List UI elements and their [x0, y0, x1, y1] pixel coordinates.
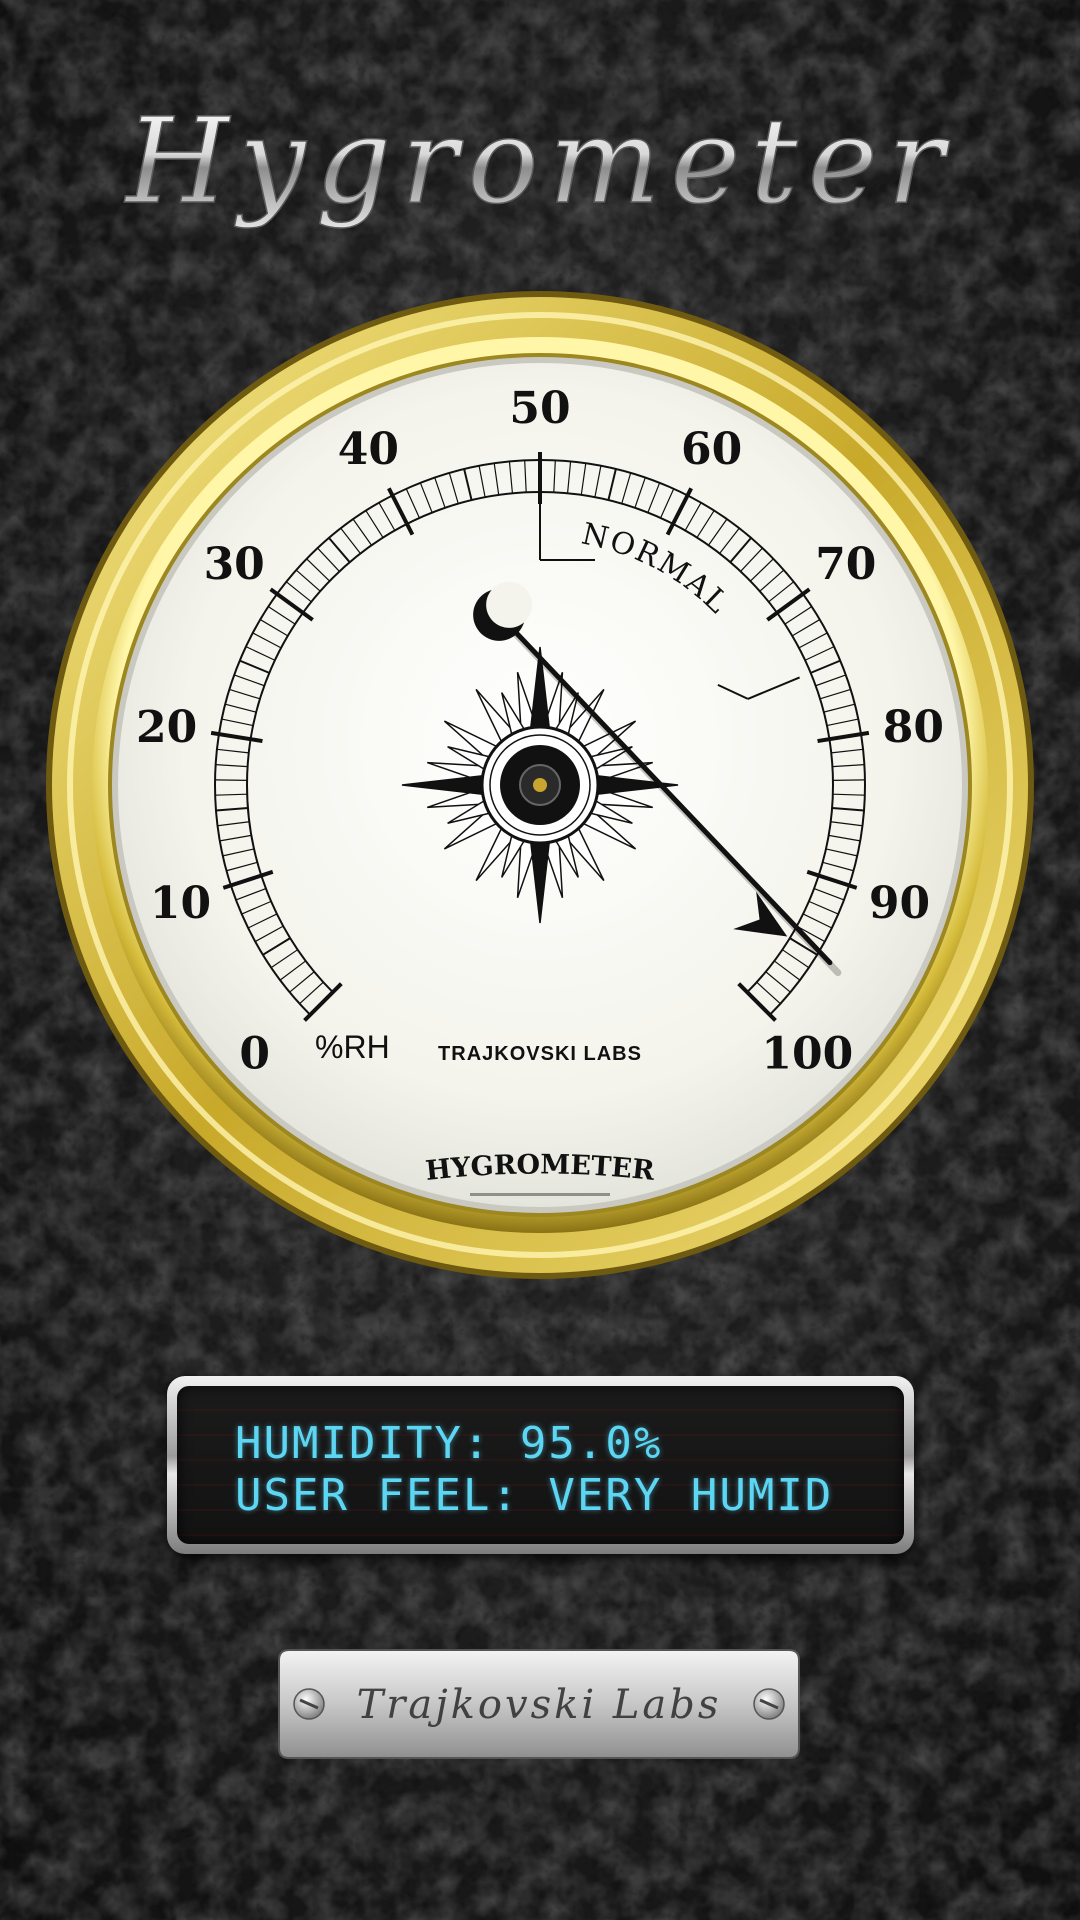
scale-label: 60: [681, 424, 742, 475]
unit-label: %RH: [315, 1029, 390, 1065]
scale-label: 10: [150, 878, 211, 929]
user-feel-readout: USER FEEL: VERY HUMID: [235, 1470, 834, 1521]
brand-footer: Trajkovski Labs: [357, 1682, 722, 1728]
needle-crescent-cut: [486, 581, 533, 628]
scale-label: 0: [239, 1028, 270, 1079]
scale-label: 20: [136, 702, 197, 753]
lcd-screen: HUMIDITY: 95.0% USER FEEL: VERY HUMID: [177, 1386, 904, 1544]
scale-minor-tick: [215, 779, 248, 781]
brand-nameplate: Trajkovski Labs: [278, 1649, 800, 1759]
needle-hub: [514, 759, 566, 811]
scale-label: 40: [338, 424, 399, 475]
scale-label: 90: [869, 878, 930, 929]
scale-minor-tick: [832, 779, 865, 781]
brand-label: TRAJKOVSKI LABS: [438, 1043, 642, 1065]
scale-label: 30: [204, 539, 265, 590]
humidity-readout: HUMIDITY: 95.0%: [235, 1418, 663, 1469]
dial-fineprint: [470, 1193, 610, 1196]
lcd-readout-panel: HUMIDITY: 95.0% USER FEEL: VERY HUMID: [167, 1376, 914, 1554]
app-title: Hygrometer: [124, 92, 954, 230]
hygrometer-gauge: 0102030405060708090100 NORMAL %RH TRAJKO…: [46, 291, 1034, 1279]
app-screen: Hygrometer 0 10 20 30 40 50 60 70 80 90 …: [0, 0, 1080, 1920]
screw-icon: [753, 1688, 785, 1720]
screw-icon: [293, 1688, 325, 1720]
scale-label: 80: [883, 702, 944, 753]
scale-label: 50: [509, 383, 570, 434]
scale-label: 100: [761, 1028, 853, 1079]
app-title-logo: Hygrometer: [123, 91, 954, 231]
scale-label: 70: [815, 539, 876, 590]
